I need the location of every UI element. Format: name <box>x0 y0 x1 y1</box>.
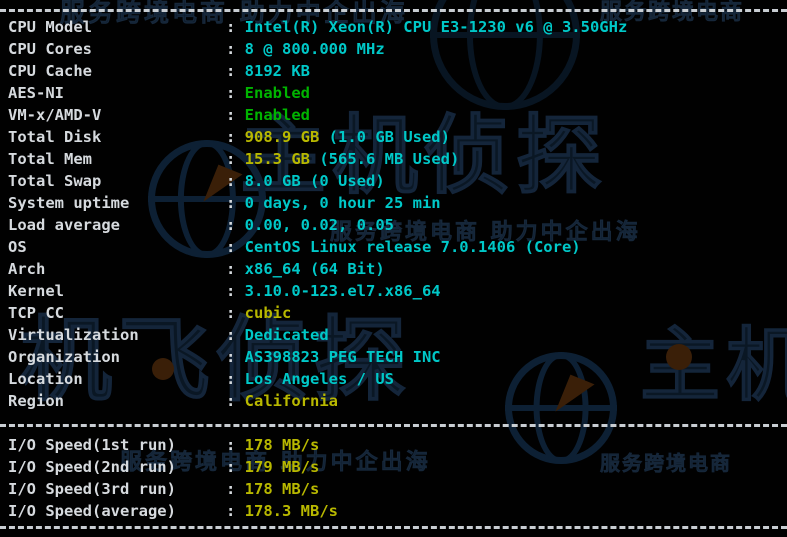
info-row: Location: Los Angeles / US <box>8 368 394 390</box>
info-label: Arch <box>8 260 46 278</box>
watermark-brand-right: 主机 <box>640 319 787 412</box>
info-row: Total Disk: 908.9 GB (1.0 GB Used) <box>8 126 450 148</box>
info-row: TCP CC: cubic <box>8 302 291 324</box>
info-row: Organization: AS398823 PEG TECH INC <box>8 346 441 368</box>
info-label: I/O Speed(1st run) <box>8 436 176 454</box>
info-colon: : <box>226 458 245 476</box>
decorative-dot-right <box>666 344 692 370</box>
info-value: Los Angeles / US <box>244 370 394 388</box>
terminal-window: 服务跨境电商 助力中企出海 服务跨境电商 服务跨境电商 助力中企出海 服务跨境电… <box>0 0 787 537</box>
info-row: CPU Cores: 8 @ 800.000 MHz <box>8 38 385 60</box>
info-value: 3.10.0-123.el7.x86_64 <box>244 282 441 300</box>
info-row: Load average: 0.00, 0.02, 0.05 <box>8 214 394 236</box>
cursor-arrow-icon-right <box>555 374 595 422</box>
info-value-highlight: 15.3 GB <box>244 150 310 168</box>
info-colon: : <box>226 238 245 256</box>
info-label: CPU Cores <box>8 40 92 58</box>
info-colon: : <box>226 370 245 388</box>
info-row: Total Mem: 15.3 GB (565.6 MB Used) <box>8 148 459 170</box>
info-colon: : <box>226 282 245 300</box>
separator-bottom <box>0 526 787 529</box>
info-label: VM-x/AMD-V <box>8 106 102 124</box>
info-row: Virtualization: Dedicated <box>8 324 329 346</box>
info-value: CentOS Linux release 7.0.1406 (Core) <box>244 238 581 256</box>
info-colon: : <box>226 106 245 124</box>
info-label: Kernel <box>8 282 64 300</box>
info-row: I/O Speed(average): 178.3 MB/s <box>8 500 338 522</box>
info-colon: : <box>226 62 245 80</box>
info-label: CPU Cache <box>8 62 92 80</box>
info-colon: : <box>226 18 245 36</box>
info-label: Location <box>8 370 83 388</box>
info-row: Total Swap: 8.0 GB (0 Used) <box>8 170 385 192</box>
info-label: OS <box>8 238 27 256</box>
info-colon: : <box>226 150 245 168</box>
info-colon: : <box>226 304 245 322</box>
info-label: I/O Speed(2nd run) <box>8 458 176 476</box>
info-row: OS: CentOS Linux release 7.0.1406 (Core) <box>8 236 581 258</box>
info-value: 8192 KB <box>244 62 310 80</box>
info-value: 178 MB/s <box>244 436 320 454</box>
info-value: Enabled <box>244 106 310 124</box>
info-value: Intel(R) Xeon(R) CPU E3-1230 v6 @ 3.50GH… <box>244 18 628 36</box>
info-colon: : <box>226 502 245 520</box>
info-label: Total Mem <box>8 150 92 168</box>
info-value: 0 days, 0 hour 25 min <box>244 194 441 212</box>
info-row: AES-NI: Enabled <box>8 82 310 104</box>
info-colon: : <box>226 480 245 498</box>
info-row: VM-x/AMD-V: Enabled <box>8 104 310 126</box>
info-value: 178.3 MB/s <box>244 502 338 520</box>
info-colon: : <box>226 260 245 278</box>
info-row: Region: California <box>8 390 338 412</box>
info-colon: : <box>226 348 245 366</box>
info-colon: : <box>226 436 245 454</box>
info-colon: : <box>226 172 245 190</box>
info-colon: : <box>226 40 245 58</box>
info-label: TCP CC <box>8 304 64 322</box>
info-colon: : <box>226 326 245 344</box>
info-colon: : <box>226 216 245 234</box>
separator-top <box>0 9 787 12</box>
info-colon: : <box>226 128 245 146</box>
globe-icon-right <box>505 352 617 464</box>
info-label: Total Swap <box>8 172 102 190</box>
info-value: 8 @ 800.000 MHz <box>244 40 385 58</box>
info-row: Arch: x86_64 (64 Bit) <box>8 258 385 280</box>
info-label: AES-NI <box>8 84 64 102</box>
info-label: I/O Speed(3rd run) <box>8 480 176 498</box>
info-label: Total Disk <box>8 128 102 146</box>
info-row: I/O Speed(3rd run): 178 MB/s <box>8 478 319 500</box>
info-value: AS398823 PEG TECH INC <box>244 348 441 366</box>
info-value: (1.0 GB Used) <box>319 128 450 146</box>
info-label: CPU Model <box>8 18 92 36</box>
info-label: Region <box>8 392 64 410</box>
info-label: System uptime <box>8 194 130 212</box>
info-value: 179 MB/s <box>244 458 320 476</box>
info-row: I/O Speed(1st run): 178 MB/s <box>8 434 319 456</box>
separator-middle <box>0 424 787 427</box>
info-value: Dedicated <box>244 326 329 344</box>
info-value: cubic <box>244 304 292 322</box>
info-label: Organization <box>8 348 120 366</box>
info-value: 178 MB/s <box>244 480 320 498</box>
info-label: I/O Speed(average) <box>8 502 176 520</box>
info-row: I/O Speed(2nd run): 179 MB/s <box>8 456 319 478</box>
info-colon: : <box>226 392 245 410</box>
info-value: California <box>244 392 338 410</box>
info-label: Virtualization <box>8 326 139 344</box>
info-value: 0.00, 0.02, 0.05 <box>244 216 394 234</box>
info-row: System uptime: 0 days, 0 hour 25 min <box>8 192 441 214</box>
info-row: Kernel: 3.10.0-123.el7.x86_64 <box>8 280 441 302</box>
info-row: CPU Cache: 8192 KB <box>8 60 310 82</box>
info-row: CPU Model: Intel(R) Xeon(R) CPU E3-1230 … <box>8 16 627 38</box>
info-value: Enabled <box>244 84 310 102</box>
info-value: (565.6 MB Used) <box>310 150 460 168</box>
info-value: x86_64 (64 Bit) <box>244 260 385 278</box>
watermark-subtitle-lowright: 服务跨境电商 <box>600 451 732 475</box>
info-value: 8.0 GB (0 Used) <box>244 172 385 190</box>
info-label: Load average <box>8 216 120 234</box>
info-value-highlight: 908.9 GB <box>244 128 320 146</box>
info-colon: : <box>226 84 245 102</box>
info-colon: : <box>226 194 245 212</box>
